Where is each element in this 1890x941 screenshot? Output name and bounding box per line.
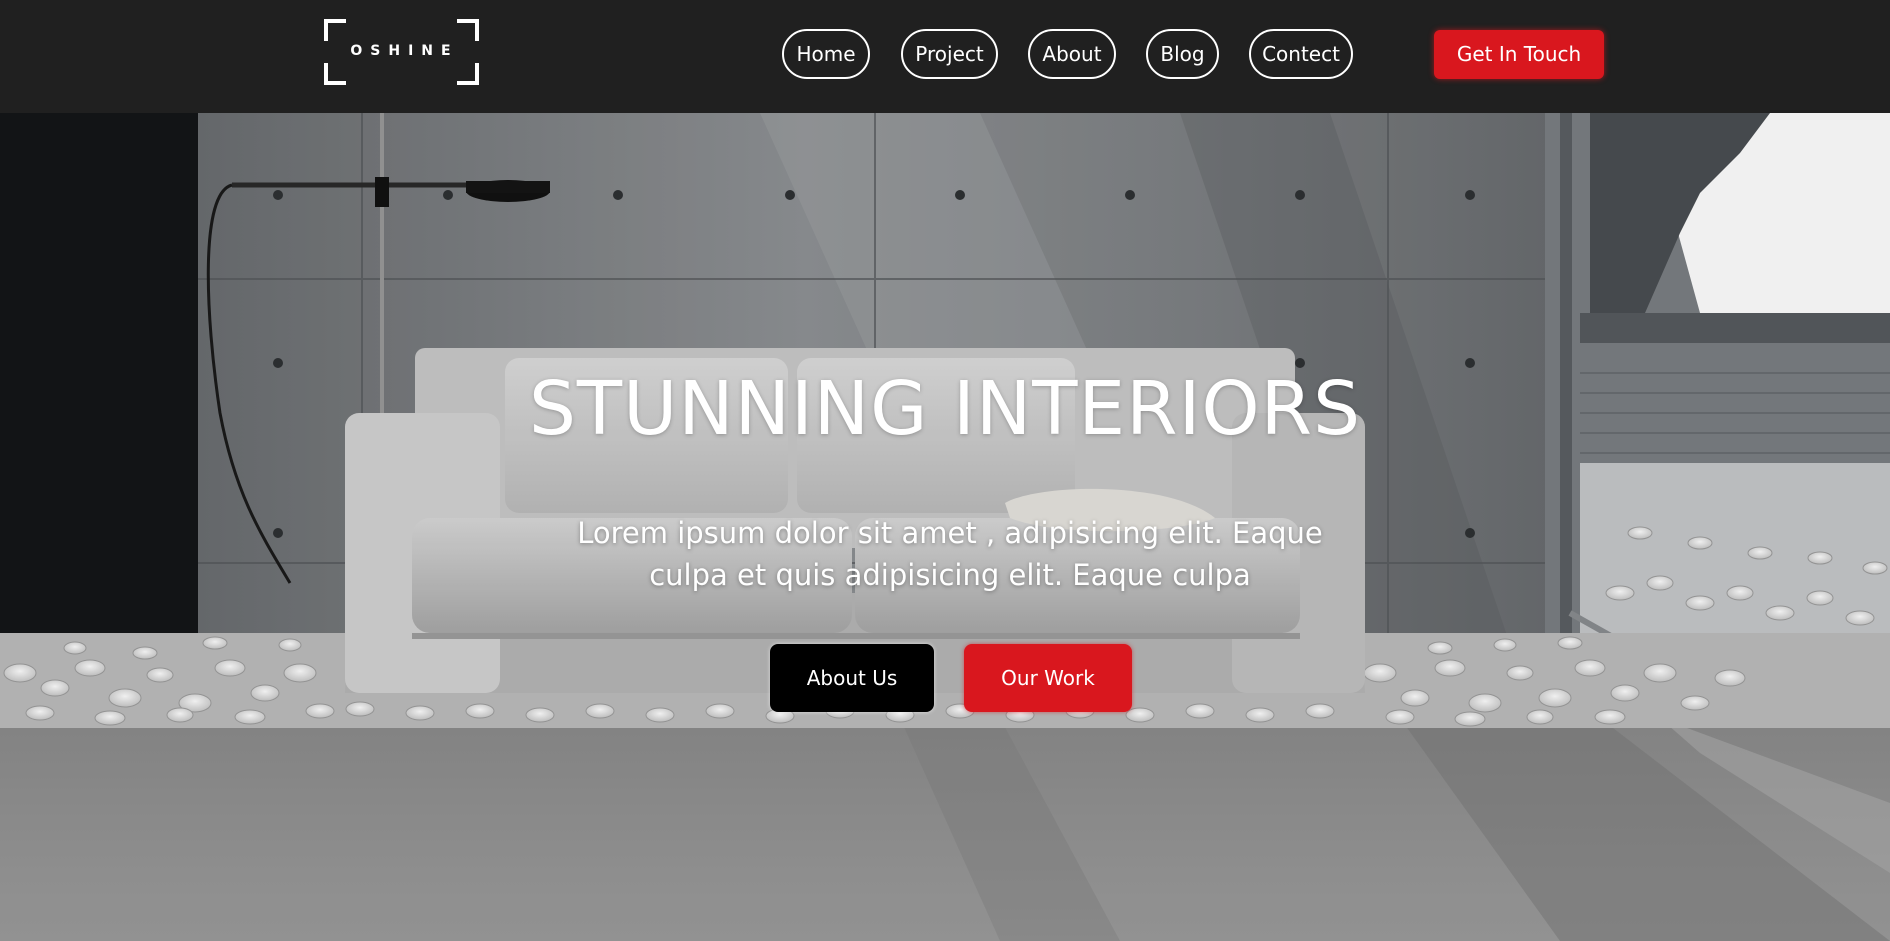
hero-title: STUNNING INTERIORS xyxy=(528,366,1362,452)
logo-text: OSHINE xyxy=(350,43,459,59)
nav-project[interactable]: Project xyxy=(901,29,998,79)
logo-corner xyxy=(457,19,479,41)
nav-home[interactable]: Home xyxy=(782,29,870,79)
nav-blog[interactable]: Blog xyxy=(1146,29,1219,79)
site-header: OSHINE Home Project About Blog Contect G… xyxy=(0,0,1890,113)
oshine-logo[interactable]: OSHINE xyxy=(324,19,479,85)
get-in-touch-button[interactable]: Get In Touch xyxy=(1434,30,1604,79)
logo-corner xyxy=(457,63,479,85)
hero-section: STUNNING INTERIORS Lorem ipsum dolor sit… xyxy=(0,113,1890,941)
hero-subtitle: Lorem ipsum dolor sit amet , adipisicing… xyxy=(577,516,1323,592)
our-work-button[interactable]: Our Work xyxy=(964,644,1132,712)
logo-corner xyxy=(324,63,346,85)
nav-contact[interactable]: Contect xyxy=(1249,29,1353,79)
nav-about[interactable]: About xyxy=(1028,29,1116,79)
logo-corner xyxy=(324,19,346,41)
about-us-button[interactable]: About Us xyxy=(770,644,934,712)
